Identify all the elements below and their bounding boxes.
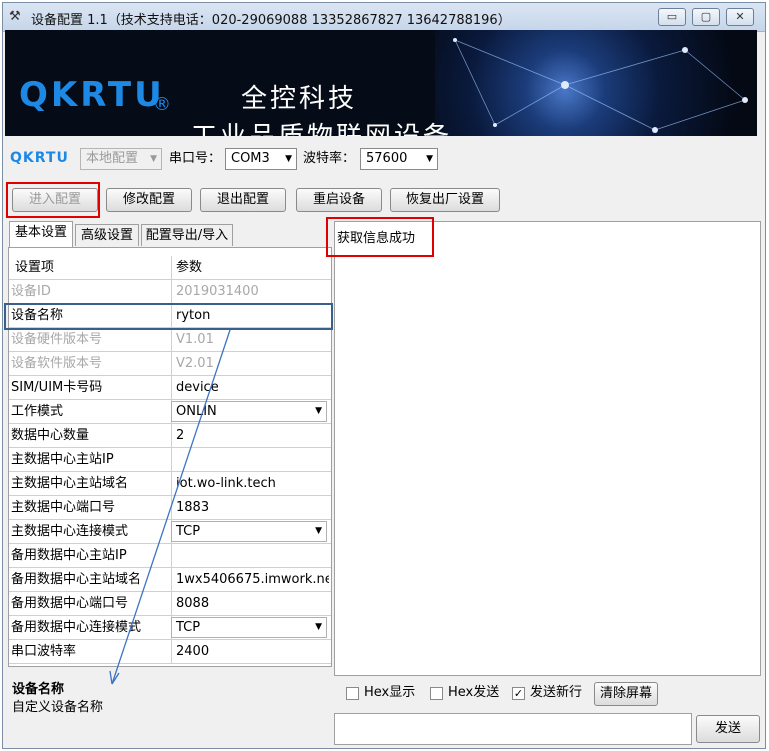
grid-row[interactable]: 主数据中心主站域名 iot.wo-link.tech (9, 472, 331, 496)
tab-config-import-export[interactable]: 配置导出/导入 (141, 224, 233, 246)
setting-select[interactable]: TCP ▼ (171, 521, 327, 542)
setting-name: 备用数据中心端口号 (11, 596, 129, 611)
setting-name: 工作模式 (11, 404, 64, 419)
grid-row[interactable]: 备用数据中心主站域名 1wx5406675.imwork.net (9, 568, 331, 592)
maximize-button[interactable]: ▢ (692, 8, 720, 26)
setting-select[interactable]: ONLIN ▼ (171, 401, 327, 422)
hex-display-label: Hex显示 (364, 685, 416, 700)
port-select[interactable]: COM3 ▼ (225, 148, 297, 170)
setting-name: 主数据中心连接模式 (11, 524, 129, 539)
minimize-button[interactable]: ▭ (658, 8, 686, 26)
column-header-name: 设置项 (11, 256, 173, 279)
small-logo: QKRTU (10, 150, 69, 166)
grid-row[interactable]: SIM/UIM卡号码 device (9, 376, 331, 400)
output-console[interactable] (334, 221, 761, 676)
close-button[interactable]: ✕ (726, 8, 754, 26)
tab-advanced-settings[interactable]: 高级设置 (75, 224, 139, 246)
serial-options: Hex显示 Hex发送 ✓ 发送新行 清除屏幕 (334, 679, 761, 711)
grid-row[interactable]: 设备硬件版本号 V1.01 (9, 328, 331, 352)
grid-row[interactable]: 备用数据中心端口号 8088 (9, 592, 331, 616)
setting-name: 备用数据中心主站IP (11, 548, 127, 563)
baud-select[interactable]: 57600 ▼ (360, 148, 438, 170)
send-button[interactable]: 发送 (696, 715, 760, 743)
network-lines-graphic (453, 38, 748, 133)
chevron-down-icon: ▼ (315, 622, 322, 632)
property-description: 设备名称 自定义设备名称 (6, 670, 332, 742)
send-input[interactable] (334, 713, 692, 745)
description-title: 设备名称 (12, 682, 65, 697)
hex-display-checkbox[interactable] (346, 687, 359, 700)
hex-send-label: Hex发送 (448, 685, 500, 700)
brand-banner: QKRTU ® 全控科技 工业品质物联网设备 (5, 30, 757, 136)
setting-value[interactable]: 8088 (171, 592, 329, 615)
tools-icon: ⚒ (9, 9, 21, 24)
banner-line2: 工业品质物联网设备 (191, 116, 452, 136)
setting-value[interactable] (171, 544, 329, 567)
setting-value[interactable] (171, 448, 329, 471)
grid-row[interactable]: 串口波特率 2400 (9, 640, 331, 664)
chevron-down-icon: ▼ (285, 154, 292, 164)
setting-name: 主数据中心主站域名 (11, 476, 129, 491)
setting-name: 备用数据中心主站域名 (11, 572, 142, 587)
grid-row[interactable]: 备用数据中心主站IP (9, 544, 331, 568)
grid-row[interactable]: 主数据中心主站IP (9, 448, 331, 472)
setting-select-value: TCP (176, 620, 201, 635)
setting-select[interactable]: TCP ▼ (171, 617, 327, 638)
setting-name: 主数据中心端口号 (11, 500, 116, 515)
setting-value: V2.01 (171, 352, 329, 375)
brand-logo: QKRTU ® (19, 75, 171, 115)
grid-row[interactable]: 工作模式 ONLIN ▼ (9, 400, 331, 424)
setting-name: 设备ID (11, 284, 51, 299)
setting-value[interactable]: iot.wo-link.tech (171, 472, 329, 495)
chevron-down-icon: ▼ (150, 154, 157, 164)
setting-name: 数据中心数量 (11, 428, 90, 443)
mode-select[interactable]: 本地配置 ▼ (80, 148, 162, 170)
chevron-down-icon: ▼ (315, 526, 322, 536)
setting-name: SIM/UIM卡号码 (11, 380, 103, 395)
highlight-box-enter-config (6, 182, 100, 218)
setting-name: 设备硬件版本号 (11, 332, 103, 347)
tab-basic-settings[interactable]: 基本设置 (9, 221, 73, 247)
setting-value: V1.01 (171, 328, 329, 351)
title-bar: ⚒ 设备配置 1.1（技术支持电话：020-29069088 133528678… (3, 3, 765, 32)
window-title: 设备配置 1.1（技术支持电话：020-29069088 13352867827… (31, 13, 511, 28)
baud-label: 波特率： (303, 151, 356, 166)
highlight-box-output (326, 217, 434, 257)
setting-select-value: ONLIN (176, 404, 217, 419)
grid-row[interactable]: 设备ID 2019031400 (9, 280, 331, 304)
description-text: 自定义设备名称 (12, 700, 104, 715)
grid-row[interactable]: 主数据中心连接模式 TCP ▼ (9, 520, 331, 544)
clear-screen-button[interactable]: 清除屏幕 (594, 682, 658, 706)
grid-header: 设置项 参数 (9, 256, 331, 280)
grid-row[interactable]: 主数据中心端口号 1883 (9, 496, 331, 520)
chevron-down-icon: ▼ (315, 406, 322, 416)
setting-value[interactable]: 2400 (171, 640, 329, 663)
send-newline-label: 发送新行 (530, 685, 583, 700)
setting-name: 串口波特率 (11, 644, 77, 659)
factory-reset-button[interactable]: 恢复出厂设置 (390, 188, 500, 212)
setting-value[interactable]: 1883 (171, 496, 329, 519)
grid-row[interactable]: 数据中心数量 2 (9, 424, 331, 448)
setting-name: 主数据中心主站IP (11, 452, 114, 467)
port-label: 串口号： (169, 151, 222, 166)
column-header-value: 参数 (171, 256, 329, 279)
restart-button[interactable]: 重启设备 (296, 188, 382, 212)
setting-select-value: TCP (176, 524, 201, 539)
modify-config-button[interactable]: 修改配置 (106, 188, 192, 212)
chevron-down-icon: ▼ (426, 154, 433, 164)
setting-name: 设备软件版本号 (11, 356, 103, 371)
grid-row[interactable]: 设备软件版本号 V2.01 (9, 352, 331, 376)
hex-send-checkbox[interactable] (430, 687, 443, 700)
setting-name: 备用数据中心连接模式 (11, 620, 142, 635)
send-newline-checkbox[interactable]: ✓ (512, 687, 525, 700)
grid-row[interactable]: 备用数据中心连接模式 TCP ▼ (9, 616, 331, 640)
highlight-box-device-name (4, 303, 333, 330)
exit-config-button[interactable]: 退出配置 (200, 188, 286, 212)
setting-value: 2019031400 (171, 280, 329, 303)
banner-line1: 全控科技 (241, 84, 358, 114)
setting-value[interactable]: 1wx5406675.imwork.net (171, 568, 329, 591)
setting-value[interactable]: 2 (171, 424, 329, 447)
setting-value[interactable]: device (171, 376, 329, 399)
